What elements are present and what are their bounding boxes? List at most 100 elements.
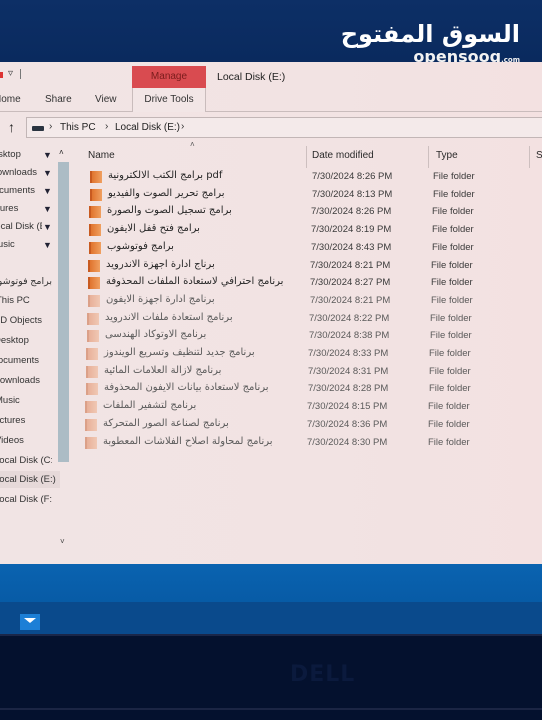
file-name[interactable]: برنامج ادارة اجهزة الايفون bbox=[106, 294, 215, 305]
file-name[interactable]: برامج فتح قفل الايفون bbox=[107, 223, 200, 234]
file-type: File folder bbox=[429, 348, 471, 359]
nav-item-documents-pc[interactable]: Documents bbox=[0, 352, 49, 369]
address-bar[interactable]: › This PC › Local Disk (E:) › bbox=[26, 117, 542, 138]
nav-item-misc[interactable]: ! bbox=[0, 254, 56, 271]
nav-item-local-disk-f[interactable]: Local Disk (F:) bbox=[0, 491, 52, 508]
nav-item-desktop[interactable]: Desktop bbox=[0, 146, 44, 163]
breadcrumb-separator[interactable]: › bbox=[105, 121, 108, 132]
nav-item-downloads[interactable]: Downloads bbox=[0, 164, 48, 181]
file-name[interactable]: برامج تسجيل الصوت والصورة bbox=[107, 205, 232, 216]
column-header-size[interactable]: Size bbox=[536, 150, 542, 161]
breadcrumb-separator[interactable]: › bbox=[49, 121, 52, 132]
file-name[interactable]: برنامج لتشفير الملفات bbox=[103, 400, 196, 411]
nav-item-pictures-pc[interactable]: Pictures bbox=[0, 412, 49, 429]
tab-share[interactable]: Share bbox=[45, 94, 72, 105]
pin-icon[interactable]: ▼ bbox=[43, 150, 52, 160]
drive-icon bbox=[32, 126, 44, 131]
nav-item-videos[interactable]: Videos bbox=[0, 432, 53, 449]
file-row[interactable]: برامج فتح قفل الايفون 7/30/2024 8:19 PM Fi… bbox=[78, 221, 542, 239]
pin-icon[interactable]: ▼ bbox=[43, 240, 52, 250]
breadcrumb-separator[interactable]: › bbox=[181, 121, 184, 132]
folder-icon bbox=[85, 401, 97, 414]
file-row[interactable]: برنامج الاوتوكاد الهندسى 7/30/2024 8:38 P… bbox=[78, 327, 542, 345]
file-type: File folder bbox=[428, 418, 470, 430]
nav-item-3d-objects[interactable]: 3D Objects bbox=[0, 312, 53, 329]
nav-item-music-pinned[interactable]: Music bbox=[0, 236, 48, 253]
file-name[interactable]: برنامج لازالة العلامات المائية bbox=[104, 365, 221, 376]
file-row[interactable]: برنامج استعادة ملفات الاندرويد 7/30/2024 … bbox=[78, 310, 542, 328]
scroll-up-icon[interactable]: ˄ bbox=[59, 148, 64, 157]
folder-icon bbox=[87, 312, 99, 325]
scrollbar-thumb[interactable] bbox=[58, 162, 69, 462]
folder-icon bbox=[89, 224, 101, 237]
column-divider[interactable] bbox=[428, 146, 429, 168]
file-name[interactable]: برامج الكتب الالكترونية pdf bbox=[108, 170, 222, 181]
nav-item-photoshop-programs[interactable]: برامج فوتوشوب bbox=[0, 273, 52, 290]
breadcrumb-local-disk-e[interactable]: Local Disk (E:) bbox=[115, 122, 180, 133]
file-row[interactable]: برامج الكتب الالكترونية pdf 7/30/2024 8:2… bbox=[78, 168, 542, 186]
folder-icon bbox=[89, 206, 101, 219]
nav-label: Pictures bbox=[0, 203, 19, 214]
tab-home[interactable]: Home bbox=[0, 94, 21, 105]
mail-app-icon[interactable] bbox=[20, 614, 40, 630]
column-divider[interactable] bbox=[306, 146, 307, 168]
quick-access-folder-icon[interactable] bbox=[0, 72, 3, 78]
file-name[interactable]: برنامج احترافي لاستعادة الملفات المحذوفة bbox=[106, 276, 283, 287]
tab-view[interactable]: View bbox=[95, 94, 117, 105]
manage-tab-group[interactable]: Manage bbox=[132, 66, 206, 88]
file-name[interactable]: برامج فوتوشوب bbox=[107, 241, 174, 252]
pin-icon[interactable]: ▼ bbox=[43, 204, 52, 214]
tab-drive-tools[interactable]: Drive Tools bbox=[132, 88, 206, 112]
file-row[interactable]: برنامج لمحاولة اصلاح الفلاشات المعطوبة 7/… bbox=[78, 434, 542, 452]
file-row[interactable]: برنامج لاستعادة بيانات الايفون المحذوفة 7… bbox=[78, 380, 542, 398]
nav-label: Music bbox=[0, 395, 20, 406]
file-name[interactable]: برنامج جديد لتنظيف وتسريع الويندوز bbox=[104, 347, 255, 358]
file-row[interactable]: برامج فوتوشوب 7/30/2024 8:43 PM File folde… bbox=[78, 239, 542, 257]
breadcrumb-this-pc[interactable]: This PC bbox=[60, 122, 96, 133]
quick-access-dropdown-icon[interactable]: ▿ bbox=[8, 68, 13, 79]
scroll-down-icon[interactable]: ˅ bbox=[60, 537, 65, 546]
file-name[interactable]: برنامج لمحاولة اصلاح الفلاشات المعطوبة bbox=[103, 436, 273, 447]
nav-item-desktop-pc[interactable]: Desktop bbox=[0, 332, 52, 349]
column-divider[interactable] bbox=[529, 146, 530, 168]
file-name[interactable]: برناج ادارة اجهزة الاندرويد bbox=[106, 259, 215, 270]
navigation-bar: ↑ › This PC › Local Disk (E:) › bbox=[0, 114, 542, 140]
nav-label: Downloads bbox=[0, 375, 40, 386]
file-name[interactable]: برنامج لصناعة الصور المتحركة bbox=[103, 418, 229, 429]
file-row[interactable]: برنامج ادارة اجهزة الايفون 7/30/2024 8:21… bbox=[78, 292, 542, 310]
pin-icon[interactable]: ▼ bbox=[43, 168, 52, 178]
column-header-date-modified[interactable]: Date modified bbox=[312, 150, 374, 161]
nav-item-downloads-pc[interactable]: Downloads bbox=[0, 372, 51, 389]
up-arrow-icon[interactable]: ↑ bbox=[8, 119, 15, 135]
nav-item-documents[interactable]: Documents bbox=[0, 182, 45, 199]
column-header-name[interactable]: Name bbox=[88, 150, 115, 161]
file-row[interactable]: برنامج لازالة العلامات المائية 7/30/2024 … bbox=[78, 363, 542, 381]
nav-item-local-disk-c[interactable]: Local Disk (C:) bbox=[0, 452, 52, 469]
file-row[interactable]: برامج تحرير الصوت والفيديو 7/30/2024 8:13… bbox=[78, 186, 542, 204]
nav-pane-scrollbar[interactable]: ˄ ˅ bbox=[58, 148, 69, 548]
file-date-modified: 7/30/2024 8:38 PM bbox=[309, 330, 390, 342]
file-explorer-window: ▿ Manage Local Disk (E:) Home Share View… bbox=[0, 62, 542, 564]
nav-item-music-pc[interactable]: Music bbox=[0, 392, 53, 409]
nav-item-local-disk-e-pinned[interactable]: Local Disk (E:) bbox=[0, 218, 42, 235]
file-date-modified: 7/30/2024 8:22 PM bbox=[309, 312, 390, 324]
nav-item-local-disk-e[interactable]: Local Disk (E:) bbox=[0, 471, 60, 488]
file-name[interactable]: برامج تحرير الصوت والفيديو bbox=[108, 188, 225, 199]
nav-item-this-pc[interactable]: This PC bbox=[0, 292, 54, 309]
file-name[interactable]: برنامج استعادة ملفات الاندرويد bbox=[105, 312, 233, 323]
file-row[interactable]: برنامج جديد لتنظيف وتسريع الويندوز 7/30/2… bbox=[78, 345, 542, 363]
file-row[interactable]: برنامج احترافي لاستعادة الملفات المحذوفة… bbox=[78, 274, 542, 292]
file-row[interactable]: برنامج لصناعة الصور المتحركة 7/30/2024 8:… bbox=[78, 416, 542, 434]
file-date-modified: 7/30/2024 8:30 PM bbox=[307, 436, 388, 448]
folder-icon bbox=[88, 277, 100, 290]
file-row[interactable]: برنامج لتشفير الملفات 7/30/2024 8:15 PM Fi… bbox=[78, 398, 542, 416]
pin-icon[interactable]: ▼ bbox=[43, 186, 52, 196]
column-header-type[interactable]: Type bbox=[436, 150, 458, 161]
file-row[interactable]: برامج تسجيل الصوت والصورة 7/30/2024 8:26 … bbox=[78, 203, 542, 221]
nav-item-pictures[interactable]: Pictures bbox=[0, 200, 42, 217]
file-date-modified: 7/30/2024 8:15 PM bbox=[307, 401, 388, 413]
file-row[interactable]: برناج ادارة اجهزة الاندرويد 7/30/2024 8:2… bbox=[78, 257, 542, 275]
pin-icon[interactable]: ▼ bbox=[43, 222, 52, 232]
file-name[interactable]: برنامج الاوتوكاد الهندسى bbox=[105, 329, 206, 340]
file-name[interactable]: برنامج لاستعادة بيانات الايفون المحذوفة bbox=[104, 382, 269, 393]
